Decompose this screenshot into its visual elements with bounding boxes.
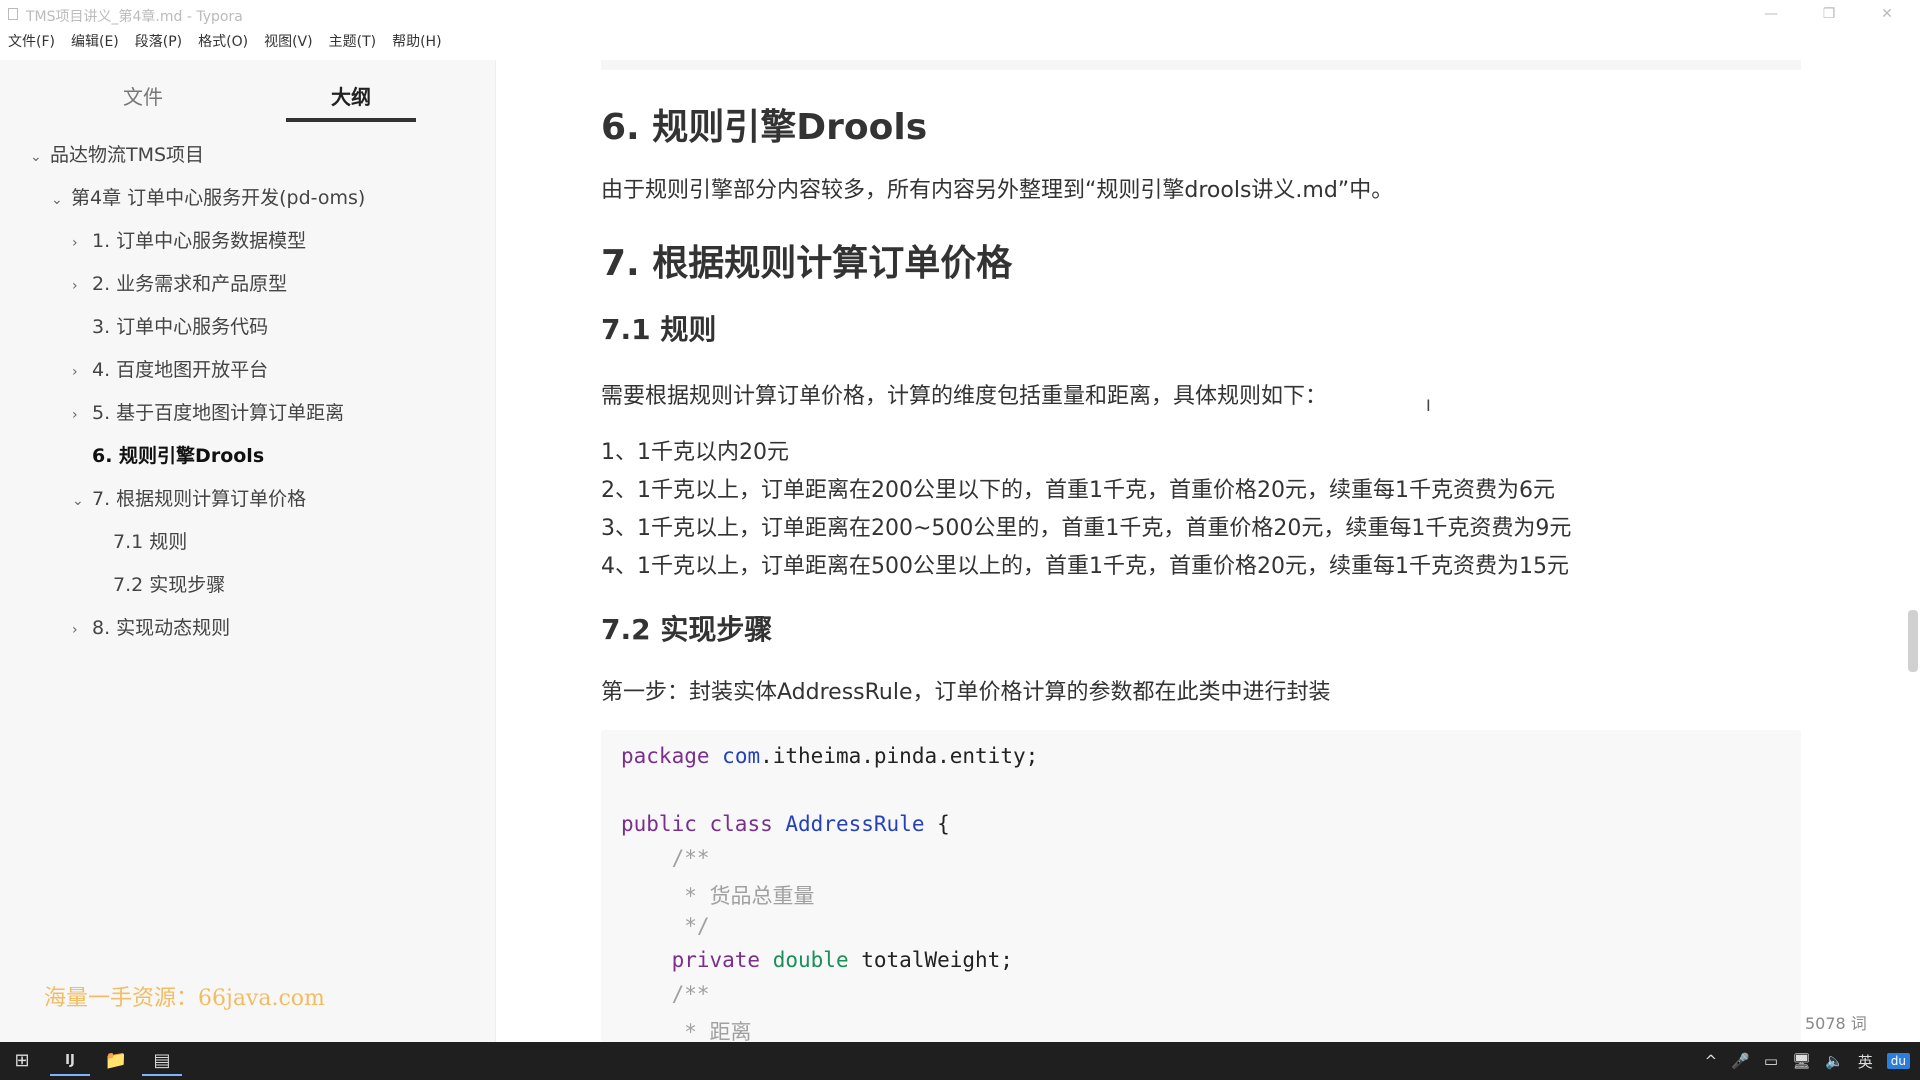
minimize-button[interactable]: — [1748, 0, 1794, 28]
menu-theme[interactable]: 主题(T) [329, 30, 376, 54]
close-button[interactable]: ✕ [1864, 0, 1910, 28]
sidebar-tabs: 文件 大纲 [0, 76, 496, 122]
code-package-root: com [722, 744, 761, 768]
tab-outline[interactable]: 大纲 [286, 76, 416, 122]
heading-rule: 7.1 规则 [601, 313, 717, 346]
rule-item: 4、1千克以上，订单距离在500公里以上的，首重1千克，首重价格20元，续重每1… [601, 554, 1569, 579]
chevron-down-icon[interactable]: ⌄ [51, 185, 71, 215]
tray-overflow-icon[interactable]: ^ [1705, 1052, 1718, 1070]
outline-item-7-1[interactable]: 7.1 规则 [93, 527, 187, 557]
outline-item-chapter4[interactable]: ⌄ 第4章 订单中心服务开发(pd-oms) [51, 183, 365, 213]
outline-item-7[interactable]: ⌄ 7. 根据规则计算订单价格 [72, 484, 306, 514]
code-comment: * 货品总重量 [621, 884, 815, 908]
window-title: TMS项目讲义_第4章.md - Typora [26, 9, 243, 25]
menu-format[interactable]: 格式(O) [198, 30, 248, 54]
intellij-app-icon[interactable]: IJ [50, 1046, 90, 1076]
code-brace: { [924, 812, 950, 836]
network-icon[interactable]: 🖥 [1792, 1052, 1811, 1070]
code-line-field: private double totalWeight; [621, 948, 1013, 972]
file-explorer-icon[interactable]: 📁 [96, 1046, 136, 1076]
code-keyword: package [621, 744, 710, 768]
code-type: double [772, 948, 849, 972]
volume-icon[interactable]: 🔈 [1825, 1052, 1844, 1070]
vertical-scrollbar[interactable] [1908, 610, 1918, 672]
word-count[interactable]: 5078 词 [1805, 1010, 1867, 1034]
ime-icon[interactable]: du [1886, 1053, 1910, 1069]
menu-bar: 文件(F) 编辑(E) 段落(P) 格式(O) 视图(V) 主题(T) 帮助(H… [0, 30, 458, 54]
rule-item: 1、1千克以内20元 [601, 440, 789, 465]
typora-taskbar-icon[interactable]: ▤ [142, 1046, 182, 1076]
code-line-package: package com.itheima.pinda.entity; [621, 744, 1038, 768]
menu-edit[interactable]: 编辑(E) [71, 30, 119, 54]
heading-drools: 6. 规则引擎Drools [601, 107, 928, 148]
outline-item-4[interactable]: › 4. 百度地图开放平台 [72, 355, 268, 385]
outline-item-7-2[interactable]: 7.2 实现步骤 [93, 570, 225, 600]
typora-app-icon [8, 8, 18, 20]
text-cursor-icon: I [1426, 396, 1431, 415]
heading-price: 7. 根据规则计算订单价格 [601, 243, 1013, 284]
code-comment: */ [621, 914, 710, 938]
paragraph-step1: 第一步：封装实体AddressRule，订单价格计算的参数都在此类中进行封装 [601, 680, 1331, 705]
code-keyword: private [621, 948, 761, 972]
outline-item-6-active[interactable]: 6. 规则引擎Drools [72, 441, 264, 471]
chevron-right-icon[interactable]: › [72, 400, 92, 430]
rule-item: 2、1千克以上，订单距离在200公里以下的，首重1千克，首重价格20元，续重每1… [601, 478, 1555, 503]
menu-file[interactable]: 文件(F) [8, 30, 55, 54]
tab-files[interactable]: 文件 [78, 76, 208, 122]
menu-paragraph[interactable]: 段落(P) [135, 30, 182, 54]
start-menu-icon[interactable]: ⊞ [2, 1046, 42, 1076]
code-class-name: AddressRule [785, 812, 925, 836]
code-package-rest: .itheima.pinda.entity; [760, 744, 1039, 768]
title-bar: TMS项目讲义_第4章.md - Typora — ❐ ✕ [0, 0, 1920, 28]
code-comment: /** [621, 846, 710, 870]
code-comment: /** [621, 982, 710, 1006]
editor-footer-controls: ‹ </> [0, 1005, 582, 1045]
heading-steps: 7.2 实现步骤 [601, 613, 773, 646]
code-keyword: public [621, 812, 697, 836]
microphone-icon[interactable]: 🎤 [1731, 1052, 1750, 1070]
outline-item-1[interactable]: › 1. 订单中心服务数据模型 [72, 226, 306, 256]
sidebar: 文件 大纲 ⌄ 品达物流TMS项目 ⌄ 第4章 订单中心服务开发(pd-oms) ›… [0, 60, 517, 1042]
menu-help[interactable]: 帮助(H) [392, 30, 441, 54]
battery-icon[interactable]: ▭ [1764, 1052, 1778, 1070]
rule-item: 3、1千克以上，订单距离在200~500公里的，首重1千克，首重价格20元，续重… [601, 516, 1572, 541]
system-tray: ^ 🎤 ▭ 🖥 🔈 英 du [1691, 1042, 1910, 1080]
outline-item-8[interactable]: › 8. 实现动态规则 [72, 613, 230, 643]
outline-item-3[interactable]: 3. 订单中心服务代码 [72, 312, 268, 342]
windows-taskbar: ⊞ IJ 📁 ▤ ^ 🎤 ▭ 🖥 🔈 英 du [0, 1042, 1920, 1080]
code-keyword: class [709, 812, 773, 836]
chevron-right-icon[interactable]: › [72, 357, 92, 387]
paragraph-drools: 由于规则引擎部分内容较多，所有内容另外整理到“规则引擎drools讲义.md”中… [601, 178, 1394, 203]
input-language-indicator[interactable]: 英 [1858, 1051, 1873, 1072]
code-block[interactable]: package com.itheima.pinda.entity; public… [601, 730, 1801, 1042]
outline-item-2[interactable]: › 2. 业务需求和产品原型 [72, 269, 287, 299]
chevron-right-icon[interactable]: › [72, 271, 92, 301]
outline-item-5[interactable]: › 5. 基于百度地图计算订单距离 [72, 398, 344, 428]
paragraph-rule: 需要根据规则计算订单价格，计算的维度包括重量和距离，具体规则如下： [601, 384, 1328, 409]
chevron-down-icon[interactable]: ⌄ [30, 142, 50, 172]
menu-view[interactable]: 视图(V) [264, 30, 313, 54]
code-field-name: totalWeight; [848, 948, 1013, 972]
chevron-right-icon[interactable]: › [72, 615, 92, 645]
previous-block-strip [601, 60, 1801, 70]
maximize-button[interactable]: ❐ [1806, 0, 1852, 28]
code-line-class: public class AddressRule { [621, 812, 950, 836]
chevron-down-icon[interactable]: ⌄ [72, 486, 92, 516]
editor-content[interactable]: 6. 规则引擎Drools 由于规则引擎部分内容较多，所有内容另外整理到“规则引… [497, 60, 1920, 1042]
code-comment: * 距离 [621, 1020, 752, 1042]
chevron-right-icon[interactable]: › [72, 228, 92, 258]
outline-item-project[interactable]: ⌄ 品达物流TMS项目 [30, 140, 204, 170]
